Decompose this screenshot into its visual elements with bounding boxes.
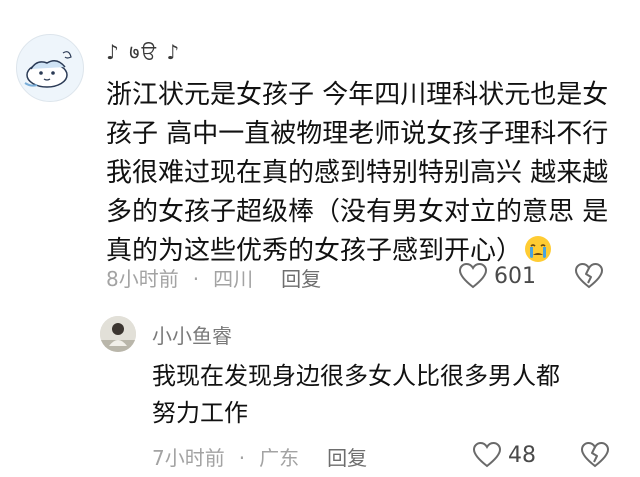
reply-comment-item: 小小鱼睿 我现在发现身边很多女人比很多男人都 努力工作 7小时前 · 广东 回复 48 [0,300,640,477]
reply-button[interactable]: 回复 [281,263,321,292]
avatar-illustration [17,35,83,101]
like-button[interactable]: 601 [458,262,536,290]
photo-avatar-icon[interactable] [100,316,136,352]
reply-button[interactable]: 回复 [327,442,367,471]
cartoon-avatar-icon[interactable] [16,34,84,102]
comment-location: 广东 [259,446,300,470]
comment-location: 四川 [213,267,254,291]
heart-icon [458,262,488,289]
dislike-button[interactable] [580,441,610,473]
comment-username[interactable]: 小小鱼睿 [152,320,232,349]
comment-text: 我现在发现身边很多女人比很多男人都 努力工作 [152,362,560,427]
broken-heart-icon [580,441,610,468]
page: { "comments": [ { "username": "♪ ७ੳ ♪", … [0,0,640,477]
broken-heart-icon [574,262,604,289]
comment-username[interactable]: ♪ ७ੳ ♪ [106,38,181,65]
meta-separator: · [192,267,200,291]
like-count: 48 [508,442,536,468]
comment-meta: 7小时前 · 广东 回复 [152,442,367,471]
avatar-photo [100,316,136,352]
comment-time: 8小时前 [106,267,179,291]
comment-meta: 8小时前 · 四川 回复 [106,263,321,292]
comment-text: 浙江状元是女孩子 今年四川理科状元也是女 孩子 高中一直被物理老师说女孩子理科不… [106,76,626,271]
comment-time: 7小时前 [152,446,225,470]
like-count: 601 [494,263,536,289]
crying-face-emoji [525,236,552,262]
heart-icon [472,441,502,468]
meta-separator: · [238,446,246,470]
comment-item: ♪ ७ੳ ♪ 浙江状元是女孩子 今年四川理科状元也是女 孩子 高中一直被物理老师… [0,0,640,300]
dislike-button[interactable] [574,262,604,294]
like-button[interactable]: 48 [472,441,536,469]
